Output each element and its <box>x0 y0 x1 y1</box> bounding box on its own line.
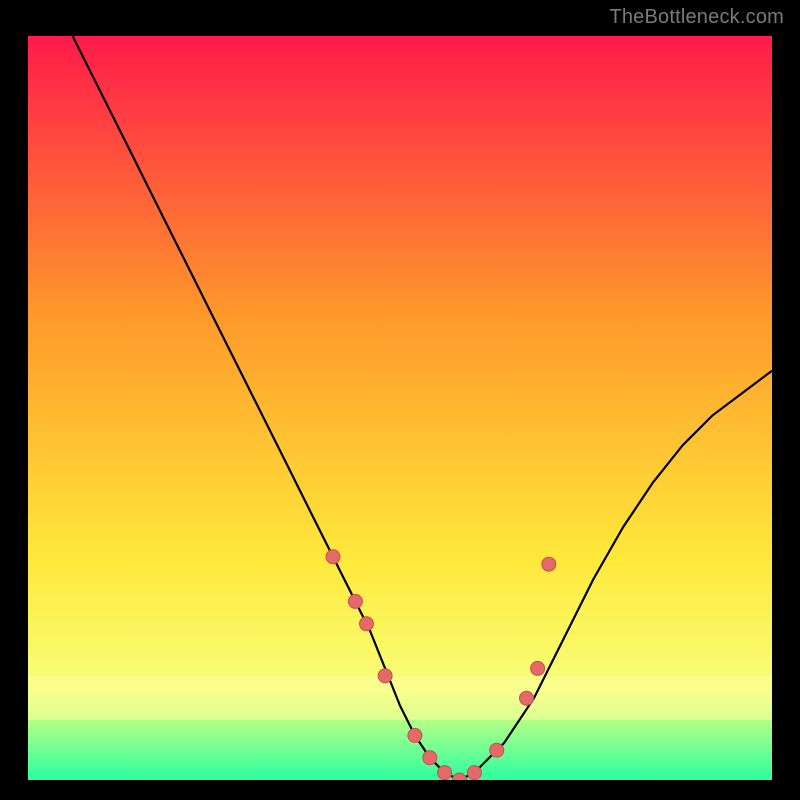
marker-point <box>467 766 481 780</box>
marker-point <box>423 751 437 765</box>
chart-svg <box>28 36 772 780</box>
marker-point <box>438 766 452 780</box>
gradient-background <box>28 36 772 780</box>
marker-point <box>326 550 340 564</box>
marker-point <box>531 661 545 675</box>
marker-point <box>542 557 556 571</box>
marker-point <box>490 743 504 757</box>
pale-band <box>28 676 772 720</box>
marker-point <box>360 617 374 631</box>
marker-point <box>378 669 392 683</box>
marker-point <box>520 691 534 705</box>
marker-point <box>408 728 422 742</box>
chart-frame <box>28 36 772 780</box>
marker-point <box>348 594 362 608</box>
watermark-text: TheBottleneck.com <box>609 6 784 29</box>
